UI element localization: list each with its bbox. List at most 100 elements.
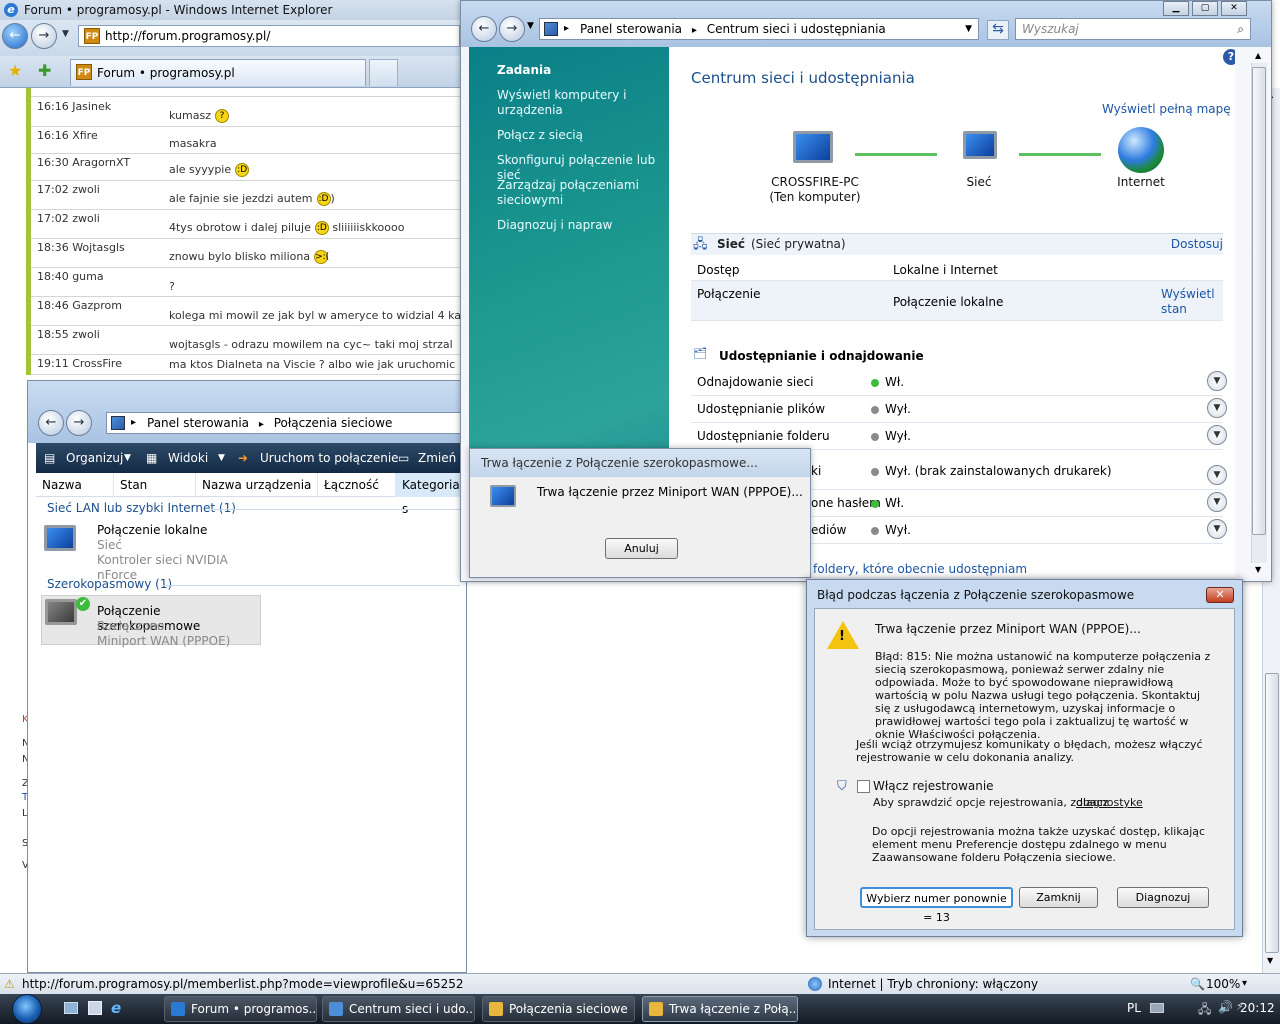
taskbar-item-forum[interactable]: Forum • programos... bbox=[164, 996, 317, 1022]
ie-statusbar: ⚠ http://forum.programosy.pl/memberlist.… bbox=[0, 973, 1280, 994]
status-off-icon bbox=[871, 526, 879, 535]
full-map-link[interactable]: Wyświetl pełną mapę bbox=[1102, 102, 1231, 116]
back-arrow-icon[interactable]: ← bbox=[2, 23, 28, 49]
chat-message-tail: ) bbox=[330, 192, 335, 205]
expand-chevron-icon[interactable]: ▼ bbox=[1207, 465, 1227, 485]
close-button[interactable]: Zamknij bbox=[1019, 887, 1098, 908]
cp-back-icon[interactable]: ← bbox=[471, 16, 497, 42]
logging-checkbox-label[interactable]: Włącz rejestrowanie bbox=[873, 780, 994, 793]
logging-note: Do opcji rejestrowania można także uzysk… bbox=[872, 825, 1206, 864]
chat-author[interactable]: 17:02 zwoli bbox=[37, 212, 100, 225]
conn-broadband[interactable]: ✔ Połączenie szerokopasmowe Rozłączono M… bbox=[41, 595, 261, 648]
customize-link[interactable]: Dostosuj bbox=[1171, 237, 1223, 251]
chat-author[interactable]: 18:55 zwoli bbox=[37, 328, 100, 341]
page-left-margin: K N N Z T L S V bbox=[0, 88, 29, 973]
new-tab-button[interactable] bbox=[369, 59, 398, 86]
chat-author[interactable]: 18:40 guma bbox=[37, 270, 104, 283]
nc-breadcrumb-control-panel[interactable]: Panel sterowania bbox=[147, 416, 249, 430]
security-zone[interactable]: Internet | Tryb chroniony: włączony bbox=[828, 974, 1038, 994]
ie-address-bar[interactable]: FP http://forum.programosy.pl/ bbox=[78, 25, 460, 47]
task-view-computers[interactable]: Wyświetl komputery i urządzenia bbox=[497, 88, 667, 118]
chat-author[interactable]: 19:11 CrossFire bbox=[37, 357, 122, 370]
expand-chevron-icon[interactable]: ▼ bbox=[1207, 425, 1227, 445]
cp-address-bar[interactable]: ▸ Panel sterowania ▸ Centrum sieci i udo… bbox=[539, 18, 979, 40]
cp-breadcrumb-center[interactable]: Centrum sieci i udostępniania bbox=[707, 22, 886, 36]
volume-icon[interactable]: 🔊 bbox=[1218, 1000, 1233, 1014]
chat-author[interactable]: 16:30 AragornXT bbox=[37, 156, 130, 169]
col-status[interactable]: Stan bbox=[114, 473, 196, 497]
task-manage-connections[interactable]: Zarządzaj połączeniami sieciowymi bbox=[497, 178, 667, 208]
shared-folders-link[interactable]: foldery, które obecnie udostępniam bbox=[813, 562, 1027, 576]
chat-author[interactable]: 18:46 Gazprom bbox=[37, 299, 122, 312]
cp-search-input[interactable]: Wyszukaj ⌕ bbox=[1015, 18, 1251, 40]
forward-arrow-icon[interactable]: → bbox=[31, 23, 57, 49]
chat-author[interactable]: 17:02 zwoli bbox=[37, 183, 100, 196]
chat-author[interactable]: 18:36 Wojtasgls bbox=[37, 241, 125, 254]
address-dropdown-icon[interactable]: ▼ bbox=[965, 19, 972, 39]
add-favorite-icon[interactable]: ✚ bbox=[38, 61, 51, 80]
redial-button[interactable]: Wybierz numer ponownie = 13 bbox=[860, 887, 1013, 924]
start-connection-button[interactable]: Uruchom to połączenie bbox=[260, 443, 399, 473]
keyboard-icon[interactable] bbox=[1150, 1003, 1164, 1013]
computer-icon bbox=[793, 131, 833, 163]
ie-tab-forum[interactable]: FP Forum • programosy.pl bbox=[70, 59, 366, 86]
show-desktop-icon[interactable] bbox=[64, 1002, 78, 1014]
expand-chevron-icon[interactable]: ▼ bbox=[1207, 492, 1227, 512]
taskbar-item-center[interactable]: Centrum sieci i udo... bbox=[322, 996, 475, 1022]
zoom-level[interactable]: 100% bbox=[1206, 974, 1240, 994]
cp-scrollbar[interactable]: ▲ ▼ bbox=[1235, 47, 1271, 577]
scroll-up-icon[interactable]: ▲ bbox=[1255, 51, 1261, 60]
minimize-icon[interactable]: ▁ bbox=[1163, 1, 1189, 16]
organize-button[interactable]: Organizuj bbox=[66, 443, 123, 473]
clock[interactable]: 20:12 bbox=[1240, 1001, 1275, 1015]
col-category[interactable]: Kategoria s bbox=[396, 473, 466, 516]
col-connectivity[interactable]: Łączność bbox=[318, 473, 396, 497]
status-off-icon bbox=[871, 467, 879, 476]
search-icon[interactable]: ⌕ bbox=[1237, 19, 1244, 39]
smiley-icon: :D bbox=[316, 192, 331, 206]
expand-chevron-icon[interactable]: ▼ bbox=[1207, 519, 1227, 539]
ie-quicklaunch-icon[interactable]: e bbox=[111, 999, 121, 1017]
nc-forward-icon[interactable]: → bbox=[66, 410, 92, 436]
views-button[interactable]: Widoki bbox=[168, 443, 208, 473]
scroll-down-icon[interactable]: ▼ bbox=[1255, 565, 1261, 574]
start-button[interactable] bbox=[6, 994, 48, 1024]
network-tray-icon[interactable]: 🖧 bbox=[1198, 1000, 1211, 1021]
col-name[interactable]: Nazwa bbox=[36, 473, 114, 497]
refresh-icon[interactable]: ⇆ bbox=[987, 20, 1009, 40]
taskbar-item-connecting[interactable]: Trwa łączenie z Połą... bbox=[642, 996, 798, 1022]
taskbar-item-connections[interactable]: Połączenia sieciowe bbox=[482, 996, 635, 1022]
scroll-thumb[interactable] bbox=[1252, 67, 1266, 535]
cp-forward-icon[interactable]: → bbox=[499, 16, 525, 42]
logging-checkbox[interactable] bbox=[857, 780, 870, 793]
close-icon[interactable]: ✕ bbox=[1221, 1, 1247, 16]
chat-author[interactable]: 16:16 Jasinek bbox=[37, 100, 111, 113]
task-connect[interactable]: Połącz z siecią bbox=[497, 128, 667, 143]
nc-address-bar[interactable]: ▸ Panel sterowania ▸ Połączenia sieciowe bbox=[106, 412, 466, 434]
nc-breadcrumb-connections[interactable]: Połączenia sieciowe bbox=[274, 416, 393, 430]
cp-breadcrumb-control-panel[interactable]: Panel sterowania bbox=[580, 22, 682, 36]
nc-back-icon[interactable]: ← bbox=[38, 410, 64, 436]
cp-history-icon[interactable]: ▼ bbox=[527, 21, 534, 31]
language-indicator[interactable]: PL bbox=[1127, 1001, 1141, 1015]
favorites-star-icon[interactable]: ★ bbox=[8, 61, 22, 80]
close-icon[interactable]: ✕ bbox=[1206, 587, 1234, 603]
conn-local[interactable]: Połączenie lokalne Sieć Kontroler sieci … bbox=[42, 521, 262, 582]
group-broadband[interactable]: Szerokopasmowy (1) bbox=[47, 577, 172, 591]
diagnostics-link[interactable]: diagnostyke bbox=[1076, 796, 1143, 809]
zoom-dropdown-icon[interactable]: ▾ bbox=[1242, 974, 1247, 994]
switch-windows-icon[interactable] bbox=[88, 1001, 102, 1015]
expand-chevron-icon[interactable]: ▼ bbox=[1207, 371, 1227, 391]
scroll-down-icon[interactable]: ▼ bbox=[1267, 956, 1273, 965]
chat-author[interactable]: 16:16 Xfire bbox=[37, 129, 98, 142]
scroll-thumb[interactable] bbox=[1265, 673, 1279, 953]
col-device[interactable]: Nazwa urządzenia bbox=[196, 473, 318, 497]
maximize-icon[interactable]: ▢ bbox=[1192, 1, 1218, 16]
task-diagnose[interactable]: Diagnozuj i napraw bbox=[497, 218, 667, 233]
group-lan[interactable]: Sieć LAN lub szybki Internet (1) bbox=[47, 501, 236, 515]
history-dropdown-icon[interactable]: ▼ bbox=[62, 29, 69, 39]
cancel-button[interactable]: Anuluj bbox=[605, 538, 678, 559]
diagnose-button[interactable]: Diagnozuj bbox=[1117, 887, 1209, 908]
expand-chevron-icon[interactable]: ▼ bbox=[1207, 398, 1227, 418]
view-status-link[interactable]: Wyświetl stan bbox=[1161, 287, 1223, 317]
